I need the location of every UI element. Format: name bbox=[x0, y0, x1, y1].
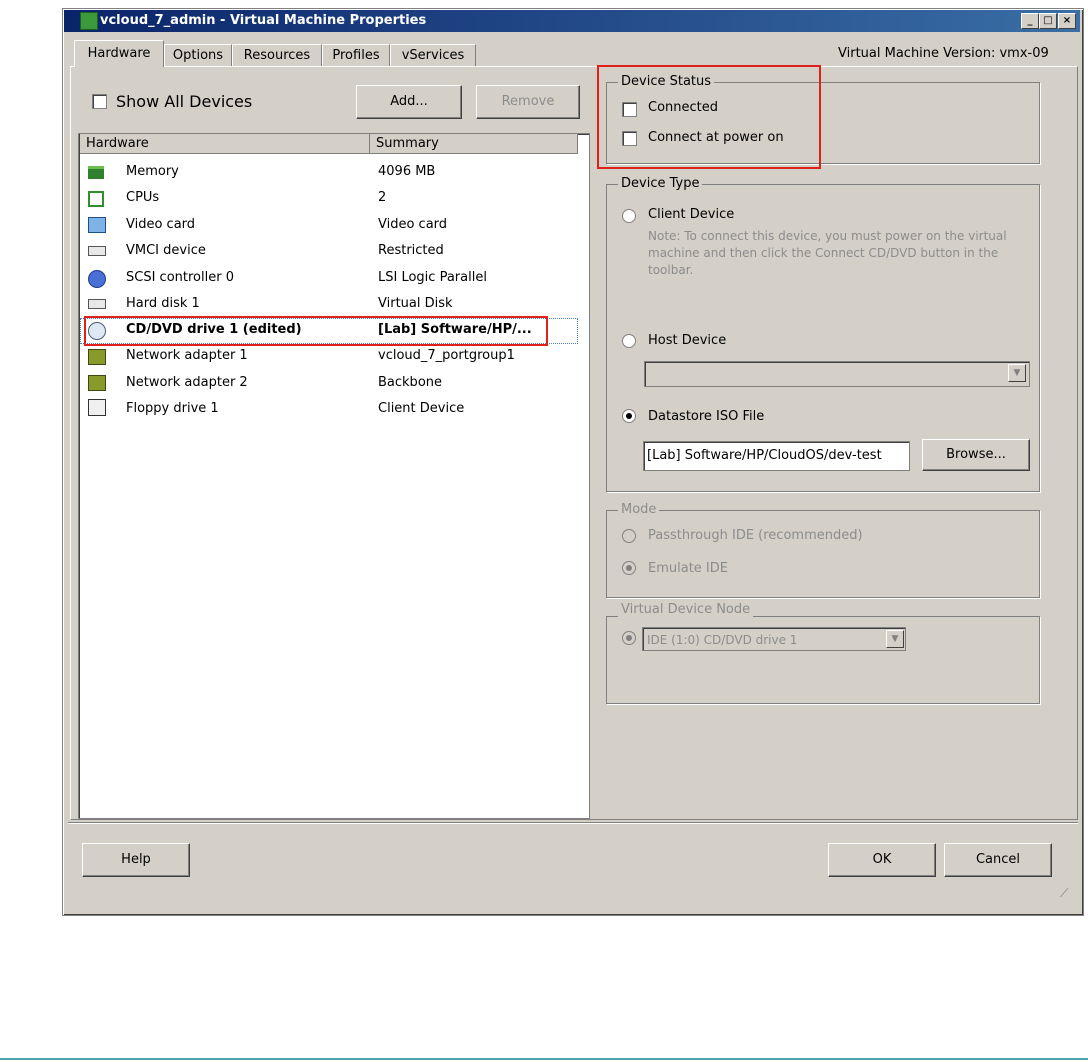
row-scsi-name[interactable]: SCSI controller 0 bbox=[126, 265, 234, 291]
iso-path-input[interactable]: [Lab] Software/HP/CloudOS/dev-test bbox=[643, 441, 910, 471]
column-header-hardware[interactable]: Hardware bbox=[80, 134, 370, 154]
vm-version-label: Virtual Machine Version: vmx-09 bbox=[838, 46, 1049, 61]
tab-profiles[interactable]: Profiles bbox=[322, 44, 390, 67]
client-device-radio[interactable] bbox=[622, 209, 636, 223]
emulate-ide-radio[interactable] bbox=[622, 561, 636, 575]
floppy-drive-icon bbox=[88, 399, 106, 416]
show-all-devices-checkbox[interactable] bbox=[92, 94, 107, 109]
datastore-iso-label: Datastore ISO File bbox=[648, 409, 765, 424]
browse-button-label: Browse... bbox=[946, 447, 1006, 462]
row-video-card-name[interactable]: Video card bbox=[126, 212, 195, 238]
row-cpus-summary: 2 bbox=[378, 190, 387, 205]
close-button[interactable]: × bbox=[1058, 13, 1076, 29]
row-vmci-name[interactable]: VMCI device bbox=[126, 238, 206, 264]
row-vmci-summary: Restricted bbox=[378, 243, 444, 258]
divider-line bbox=[0, 1058, 1088, 1060]
memory-icon bbox=[88, 166, 104, 179]
highlight-device-status bbox=[597, 65, 821, 169]
passthrough-ide-radio[interactable] bbox=[622, 529, 636, 543]
vdn-radio bbox=[622, 631, 636, 645]
virtual-device-node-select[interactable]: IDE (1:0) CD/DVD drive 1 bbox=[642, 627, 906, 651]
tab-vservices[interactable]: vServices bbox=[390, 44, 476, 67]
minimize-button[interactable]: _ bbox=[1021, 13, 1039, 29]
row-network-2-name[interactable]: Network adapter 2 bbox=[126, 370, 248, 396]
remove-button[interactable]: Remove bbox=[476, 85, 580, 119]
row-hard-disk-summary: Virtual Disk bbox=[378, 296, 453, 311]
network-adapter-icon bbox=[88, 349, 106, 365]
cpu-icon bbox=[88, 191, 104, 207]
client-device-label: Client Device bbox=[648, 207, 735, 222]
browse-button[interactable]: Browse... bbox=[922, 439, 1030, 471]
ok-button-label: OK bbox=[872, 852, 892, 867]
cancel-button-label: Cancel bbox=[975, 852, 1021, 867]
row-cpus-name[interactable]: CPUs bbox=[126, 185, 159, 211]
mode-label: Mode bbox=[618, 502, 660, 518]
client-device-note: Note: To connect this device, you must p… bbox=[648, 229, 1007, 277]
row-network-2-summary: Backbone bbox=[378, 375, 443, 390]
cancel-button[interactable]: Cancel bbox=[944, 843, 1052, 877]
host-device-radio[interactable] bbox=[622, 334, 636, 348]
datastore-iso-radio[interactable] bbox=[622, 409, 636, 423]
highlight-selected-row bbox=[84, 316, 548, 346]
help-button-label: Help bbox=[121, 852, 151, 867]
network-adapter-icon bbox=[88, 375, 106, 391]
add-button-label: Add... bbox=[390, 94, 428, 109]
row-hard-disk-name[interactable]: Hard disk 1 bbox=[126, 291, 200, 317]
mode-group bbox=[606, 510, 1040, 598]
show-all-devices-label: Show All Devices bbox=[116, 92, 253, 111]
resize-grip-icon[interactable]: ⟋ bbox=[1060, 886, 1076, 902]
row-floppy-summary: Client Device bbox=[378, 401, 465, 416]
remove-button-label: Remove bbox=[501, 94, 555, 109]
tab-hardware[interactable]: Hardware bbox=[74, 40, 164, 67]
row-scsi-summary: LSI Logic Parallel bbox=[378, 270, 487, 285]
chevron-down-icon[interactable]: ▼ bbox=[886, 630, 904, 648]
add-button[interactable]: Add... bbox=[356, 85, 462, 119]
maximize-button[interactable]: □ bbox=[1039, 13, 1057, 29]
vm-app-icon bbox=[80, 12, 98, 30]
emulate-ide-label: Emulate IDE bbox=[648, 561, 728, 576]
row-network-1-name[interactable]: Network adapter 1 bbox=[126, 343, 248, 369]
passthrough-ide-label: Passthrough IDE (recommended) bbox=[648, 528, 863, 543]
row-video-card-summary: Video card bbox=[378, 217, 448, 232]
row-memory-name[interactable]: Memory bbox=[126, 159, 179, 185]
host-device-label: Host Device bbox=[648, 333, 727, 348]
window-title: vcloud_7_admin - Virtual Machine Propert… bbox=[100, 13, 427, 28]
monitor-icon bbox=[88, 217, 106, 233]
row-network-1-summary: vcloud_7_portgroup1 bbox=[378, 348, 515, 363]
chevron-down-icon[interactable]: ▼ bbox=[1008, 364, 1026, 382]
host-device-select[interactable] bbox=[644, 361, 1030, 387]
scsi-controller-icon bbox=[88, 270, 106, 288]
footer-separator bbox=[68, 822, 1078, 824]
tab-options[interactable]: Options bbox=[164, 44, 232, 67]
tab-resources[interactable]: Resources bbox=[232, 44, 322, 67]
hard-disk-icon bbox=[88, 299, 106, 309]
ok-button[interactable]: OK bbox=[828, 843, 936, 877]
device-type-label: Device Type bbox=[618, 176, 703, 192]
column-header-summary[interactable]: Summary bbox=[370, 134, 578, 154]
virtual-device-node-label: Virtual Device Node bbox=[618, 602, 754, 618]
row-memory-summary: 4096 MB bbox=[378, 164, 436, 179]
row-floppy-name[interactable]: Floppy drive 1 bbox=[126, 396, 219, 422]
vmci-device-icon bbox=[88, 246, 106, 256]
help-button[interactable]: Help bbox=[82, 843, 190, 877]
